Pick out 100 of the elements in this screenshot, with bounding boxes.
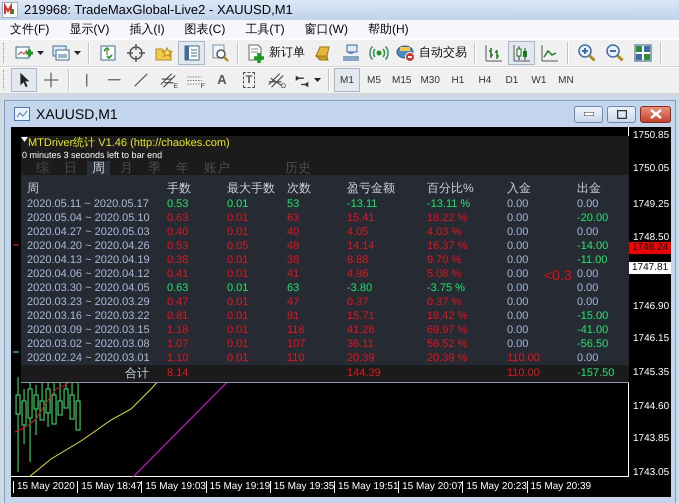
table-cell: 9.70 % (427, 252, 462, 267)
price-label: 1743.05 (633, 467, 670, 479)
timeframe-button[interactable]: H4 (472, 68, 498, 92)
document-plus-icon (246, 42, 266, 63)
time-label: 15 May 20:39 (526, 481, 591, 493)
table-cell: 0.01 (227, 322, 248, 337)
table-cell: 110.00 (507, 366, 540, 380)
chart-marker-text: <0.3 (544, 268, 572, 283)
window-stack-icon (51, 42, 71, 63)
time-label: 15 May 19:19 (206, 481, 270, 493)
menu-item[interactable]: 文件(F) (2, 20, 58, 38)
table-cell: -157.50 (577, 366, 614, 380)
time-label: 15 May 20:07 (398, 481, 462, 493)
table-cell: 110 (287, 350, 305, 365)
table-cell: 1.18 (167, 322, 188, 337)
table-cell: 0.01 (227, 280, 248, 295)
table-cell: 0.37 (347, 294, 368, 309)
menu-item[interactable]: 插入(I) (121, 20, 173, 38)
table-cell: 0.40 (167, 224, 188, 239)
table-cell: 63 (287, 280, 300, 295)
minimize-icon (584, 112, 594, 116)
table-cell: 2020.05.11 ~ 2020.05.17 (27, 196, 149, 211)
candlestick-icon (512, 42, 532, 63)
table-cell: 0.00 (507, 336, 528, 351)
table-cell: 0.53 (167, 238, 188, 253)
window-title: 219968: TradeMaxGlobal-Live2 - XAUUSD,M1 (24, 2, 293, 18)
time-label: 15 May 18:47 (77, 481, 142, 493)
table-cell: 0.01 (227, 196, 248, 211)
table-cell: -13.11 (347, 196, 378, 211)
table-cell: 118 (287, 322, 305, 337)
table-cell: 0.00 (577, 196, 598, 211)
price-label: 1746.90 (633, 301, 670, 313)
table-cell: 14.14 (347, 238, 375, 253)
table-cell: 0.01 (227, 308, 248, 323)
timeframe-button[interactable]: W1 (526, 68, 552, 92)
table-cell: 2020.03.02 ~ 2020.03.08 (27, 336, 150, 351)
table-cell: 16.37 % (427, 238, 468, 253)
timeframe-button[interactable]: H1 (444, 68, 471, 92)
table-cell: -14.00 (577, 238, 608, 253)
restore-button[interactable] (607, 106, 636, 122)
column-header: 周 (27, 180, 39, 197)
toolbar-button[interactable] (11, 68, 37, 92)
table-cell: 0.00 (507, 308, 528, 323)
crosshair-icon (126, 42, 146, 63)
countdown-text: 0 minutes 3 seconds left to bar end (22, 150, 162, 160)
chart-window-icon (14, 107, 30, 121)
channel-icon (159, 71, 177, 90)
timeframe-button[interactable]: MN (552, 68, 579, 92)
toolbar-button[interactable]: T (236, 68, 262, 92)
table-cell: 47 (287, 294, 300, 309)
table-cell: 2020.04.27 ~ 2020.05.03 (27, 224, 150, 239)
table-cell: 1.07 (167, 336, 188, 351)
table-cell: 0.05 (227, 238, 248, 253)
table-cell: 0.01 (227, 224, 248, 239)
column-header: 最大手数 (227, 180, 275, 197)
table-cell: 20.39 % (427, 350, 468, 365)
line-chart-icon (540, 42, 560, 63)
table-cell: 0.00 (577, 294, 598, 309)
timeframe-button[interactable]: M5 (361, 68, 387, 92)
timeframe-button[interactable]: M15 (388, 68, 416, 92)
table-cell: 0.00 (507, 238, 528, 253)
menu-item[interactable]: 图表(C) (176, 20, 234, 38)
menu-item[interactable]: 工具(T) (237, 20, 293, 38)
menu-item[interactable]: 显示(V) (61, 20, 118, 38)
total-label: 合计 (125, 366, 149, 380)
price-label: 1743.85 (633, 433, 670, 445)
table-cell: 4.96 (347, 266, 368, 281)
magnifier-icon (210, 42, 230, 63)
horizontal-line-icon (106, 78, 122, 82)
price-label: 1750.85 (633, 130, 670, 142)
time-label: 15 May 19:51 (334, 481, 398, 493)
panel-title: MTDriver统计 V1.46 (http://chaokes.com) (28, 137, 230, 150)
table-cell: 20.39 (347, 350, 375, 365)
price-tag: 1747.81 (629, 262, 672, 274)
timeframe-button[interactable]: M30 (416, 68, 444, 92)
close-button[interactable] (640, 106, 671, 122)
table-cell: 0.00 (507, 196, 528, 211)
menu-item[interactable]: 窗口(W) (296, 20, 356, 38)
table-cell: 0.37 % (427, 294, 462, 309)
price-label: 1749.25 (633, 199, 670, 211)
toolbar-button[interactable]: 自动交易 (393, 40, 470, 65)
table-cell: 0.00 (507, 294, 528, 309)
table-cell: 40 (287, 224, 300, 239)
table-cell: 144.39 (347, 366, 381, 380)
table-cell: 0.47 (167, 294, 188, 309)
toolbar-button[interactable]: A (209, 68, 235, 92)
vertical-line-icon (85, 73, 89, 88)
panel-tab[interactable]: 周 (87, 160, 110, 175)
minimize-button[interactable] (574, 106, 603, 122)
triangle-icon (21, 137, 28, 142)
timeframe-button[interactable]: D1 (498, 68, 525, 92)
table-cell: 5.08 % (427, 266, 462, 281)
toolbar-button[interactable] (508, 40, 535, 65)
toolbar-button[interactable]: 新订单 (243, 40, 308, 65)
restore-icon (616, 110, 626, 118)
column-header: 入金 (507, 180, 531, 197)
price-label: 1745.35 (633, 367, 670, 379)
table-cell: 0.00 (507, 322, 528, 337)
menu-item[interactable]: 帮助(H) (360, 20, 417, 38)
timeframe-button[interactable]: M1 (334, 68, 360, 92)
